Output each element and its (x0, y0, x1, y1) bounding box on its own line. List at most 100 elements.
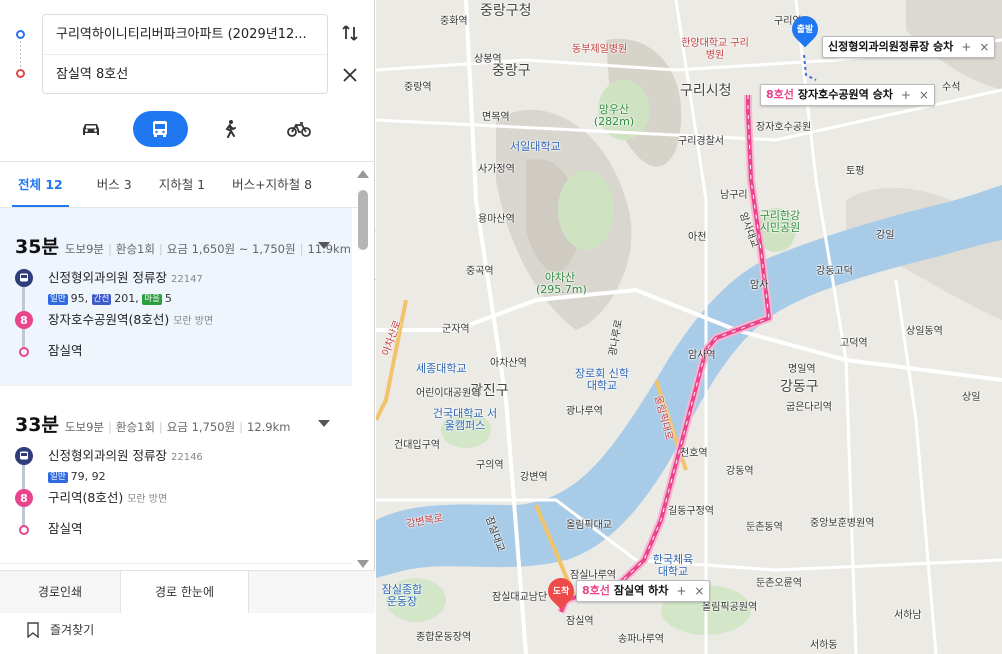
map-label[interactable]: 잠실대교남단 (492, 588, 547, 603)
start-marker[interactable]: 출발 (786, 10, 824, 50)
mode-car-button[interactable] (63, 111, 118, 147)
map-label[interactable]: 중랑역 (404, 78, 432, 93)
mode-walk-button[interactable] (202, 111, 257, 147)
scroll-thumb[interactable] (358, 190, 368, 250)
result-item[interactable]: 33분 도보9분 | 환승1회 | 요금 1,750원 | 12.9km 신정형외과의원 정… (0, 386, 352, 564)
map-label[interactable]: 강변역 (520, 468, 548, 483)
bus-icon (153, 121, 168, 137)
mode-bike-button[interactable] (272, 111, 327, 147)
bus-numbers[interactable]: 5 (165, 292, 172, 305)
map-label[interactable]: 용마산역 (478, 210, 515, 225)
map-label[interactable]: 상일 (962, 388, 980, 403)
map-label[interactable]: 강일 (876, 226, 894, 241)
bus-type-badge: 마을 (142, 294, 162, 305)
map-label[interactable]: 한양대학교 구리병원 (680, 38, 750, 62)
map-label[interactable]: 광나루역 (566, 402, 603, 417)
map-label[interactable]: 구의역 (476, 456, 504, 471)
map-label[interactable]: 사가정역 (478, 160, 515, 175)
map-label[interactable]: 면목역 (482, 108, 510, 123)
board-callout[interactable]: 신정형외과의원정류장 승차 + × (822, 36, 996, 58)
map-label[interactable]: 암사역 (688, 346, 716, 361)
map-label[interactable]: 잠실역 (566, 612, 594, 627)
map-label[interactable]: 토평 (846, 162, 864, 177)
subway-line-icon: 8 (15, 489, 33, 507)
map-label[interactable]: 잠실종합 운동장 (380, 584, 424, 608)
scroll-down-icon[interactable] (357, 560, 369, 568)
map-label[interactable]: 올림픽대교 (566, 516, 612, 531)
map-label[interactable]: 수석 (942, 78, 960, 93)
bus-step-icon (15, 447, 33, 465)
map-label[interactable]: 서일대학교 (510, 138, 561, 154)
bus-numbers[interactable]: 95, (71, 292, 89, 305)
map-label[interactable]: 굽은다리역 (786, 398, 832, 413)
map-view[interactable]: 중랑구청 중랑구 구리시청 광진구 강동구 중화역 동부제일병원 한양대학교 구… (376, 0, 1002, 654)
callout-add-icon[interactable]: + (676, 581, 686, 601)
result-item[interactable]: 35분 도보9분 | 환승1회 | 요금 1,650원 ~ 1,750원 | 11.9km … (0, 208, 352, 386)
map-label[interactable]: 상일동역 (906, 322, 943, 337)
route-rail (16, 30, 26, 78)
callout-close-icon[interactable]: × (919, 85, 929, 105)
map-label[interactable]: 동부제일병원 (572, 40, 627, 55)
map-label[interactable]: 서하남 (894, 606, 922, 621)
map-label[interactable]: 건국대학교 서울캠퍼스 (430, 408, 500, 432)
map-label[interactable]: 천호역 (680, 444, 708, 459)
map-label[interactable]: 둔촌동역 (746, 518, 783, 533)
map-label[interactable]: 아천 (688, 228, 706, 243)
map-label[interactable]: 장로회 신학대학교 (572, 368, 632, 392)
swap-button[interactable] (337, 20, 363, 46)
expand-caret-icon[interactable] (318, 242, 330, 249)
map-label[interactable]: 어린이대공원역 (416, 384, 480, 399)
map-label[interactable]: 건대입구역 (394, 436, 440, 451)
tab-bus[interactable]: 버스 3 (89, 163, 151, 207)
result-scrollbar[interactable] (356, 168, 370, 570)
alight-callout[interactable]: 8호선 잠실역 하차 + × (576, 580, 711, 602)
favorite-button[interactable]: 즐겨찾기 (26, 621, 94, 638)
map-label[interactable]: 아차산역 (490, 354, 527, 369)
map-label[interactable]: 장자호수공원 (756, 118, 811, 133)
origin-input[interactable]: 구리역하이니티리버파크아파트 (2029년12... (43, 15, 327, 55)
map-label[interactable]: 아차산 (295.7m) (536, 272, 587, 296)
tab-subway[interactable]: 지하철 1 (151, 163, 224, 207)
map-label[interactable]: 구리한강 시민공원 (758, 210, 802, 234)
clear-button[interactable] (337, 62, 363, 88)
route-overview-button[interactable]: 경로 한눈에 (121, 571, 249, 613)
map-label[interactable]: 강동고덕 (816, 262, 853, 277)
map-label[interactable]: 둔촌오륜역 (756, 574, 802, 589)
callout-add-icon[interactable]: + (901, 85, 911, 105)
result-list: 35분 도보9분 | 환승1회 | 요금 1,650원 ~ 1,750원 | 11.9km … (0, 208, 352, 570)
map-label[interactable]: 송파나루역 (618, 630, 664, 645)
map-label[interactable]: 종합운동장역 (416, 628, 471, 643)
bus-numbers[interactable]: 79, 92 (71, 470, 106, 483)
map-label[interactable]: 올림픽공원역 (702, 598, 757, 613)
map-label[interactable]: 서하동 (810, 636, 838, 651)
map-label[interactable]: 중앙보훈병원역 (810, 514, 874, 529)
scroll-up-icon[interactable] (357, 170, 369, 178)
bus-numbers[interactable]: 201, (114, 292, 139, 305)
mode-transit-button[interactable] (132, 111, 188, 147)
tab-bus-subway[interactable]: 버스+지하철 8 (224, 163, 331, 207)
map-label[interactable]: 길동구정역 (668, 502, 714, 517)
callout-close-icon[interactable]: × (694, 581, 704, 601)
map-label[interactable]: 암사 (750, 276, 768, 291)
end-marker[interactable]: 도착 (542, 572, 580, 612)
map-label[interactable]: 한국체육 대학교 (648, 554, 698, 578)
map-label[interactable]: 명일역 (788, 360, 816, 375)
callout-add-icon[interactable]: + (961, 37, 971, 57)
tab-all[interactable]: 전체 12 (12, 163, 69, 207)
map-label[interactable]: 중화역 (440, 12, 468, 27)
map-label[interactable]: 중곡역 (466, 262, 494, 277)
map-label[interactable]: 강동역 (726, 462, 754, 477)
map-label[interactable]: 군자역 (442, 320, 470, 335)
map-label[interactable]: 상봉역 (474, 50, 502, 65)
expand-caret-icon[interactable] (318, 420, 330, 427)
map-label[interactable]: 구리경찰서 (678, 132, 724, 147)
map-label[interactable]: 망우산 (282m) (592, 104, 636, 128)
callout-close-icon[interactable]: × (979, 37, 989, 57)
transfer-callout[interactable]: 8호선 장자호수공원역 승차 + × (760, 84, 935, 106)
destination-input[interactable]: 잠실역 8호선 (43, 55, 327, 95)
print-route-button[interactable]: 경로인쇄 (0, 571, 121, 613)
map-label[interactable]: 잠실나루역 (570, 566, 616, 581)
map-label[interactable]: 고덕역 (840, 334, 868, 349)
map-label[interactable]: 세종대학교 (416, 360, 467, 376)
map-label[interactable]: 남구리 (720, 186, 748, 201)
